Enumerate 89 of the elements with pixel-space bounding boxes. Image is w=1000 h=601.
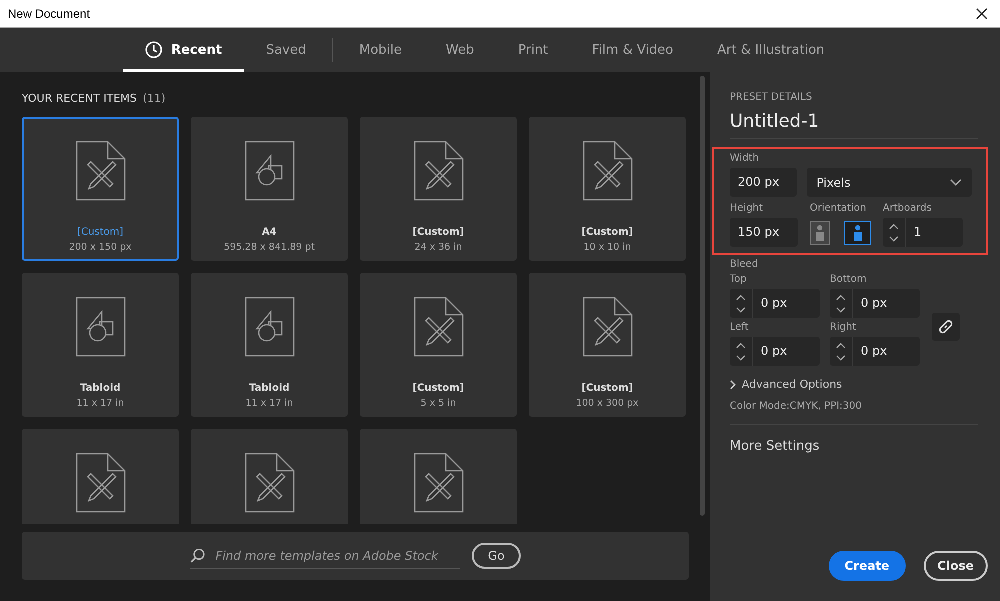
close-button[interactable]: Close	[924, 551, 988, 581]
document-tools-icon	[76, 141, 126, 201]
bleed-field[interactable]: 0 px	[730, 337, 820, 366]
preset-name: A4	[262, 227, 277, 238]
go-button[interactable]: Go	[472, 543, 521, 569]
landscape-orientation-button[interactable]	[844, 220, 871, 244]
preset-size: 595.28 x 841.89 pt	[224, 242, 315, 253]
field-label: Width	[730, 153, 760, 164]
search-field[interactable]: Find more templates on Adobe Stock	[190, 544, 460, 568]
more-settings-button[interactable]: More Settings	[730, 439, 820, 454]
field-label: Bleed	[730, 259, 758, 270]
document-tools-icon	[414, 141, 464, 201]
stepper-icon	[836, 294, 846, 314]
tab[interactable]: Saved	[244, 28, 328, 72]
document-tools-icon	[244, 453, 294, 513]
width-field[interactable]: 200 px	[730, 168, 797, 197]
preset-card[interactable]: Tabloid 11 x 17 in	[191, 273, 348, 417]
document-tools-icon	[414, 297, 464, 357]
units-dropdown[interactable]: Pixels	[806, 168, 972, 197]
field-label: Left	[730, 322, 750, 333]
tab[interactable]: Print	[496, 28, 570, 72]
section-heading: YOUR RECENT ITEMS	[22, 92, 138, 105]
chevron-right-icon	[730, 380, 737, 390]
field-label: Height	[730, 203, 764, 214]
stepper-icon	[836, 342, 846, 362]
preset-name: [Custom]	[582, 383, 634, 394]
document-shapes-icon	[244, 141, 294, 201]
tab[interactable]: Web	[424, 28, 496, 72]
stepper-icon	[889, 222, 899, 242]
field-label: Bottom	[830, 274, 868, 285]
create-button[interactable]: Create	[828, 551, 906, 581]
chain-link-icon	[938, 319, 954, 335]
item-count: (11)	[143, 92, 166, 105]
preset-name: [Custom]	[77, 227, 124, 238]
preset-size: 200 x 150 px	[69, 242, 132, 253]
preset-size: 10 x 10 in	[584, 242, 632, 253]
preset-size: 100 x 300 px	[576, 398, 639, 409]
field-label: Artboards	[883, 203, 933, 214]
clock-icon	[145, 41, 164, 59]
search-icon	[190, 548, 206, 564]
document-name-field[interactable]: Untitled-1	[730, 111, 978, 139]
preset-name: [Custom]	[412, 227, 464, 238]
dropdown-value: Pixels	[816, 176, 851, 190]
preset-card[interactable]: Tabloid 11 x 17 in	[22, 273, 179, 417]
preset-card[interactable]: [Custom] 24 x 36 in	[360, 117, 517, 261]
scrollbar[interactable]	[700, 76, 705, 516]
tab[interactable]: Film & Video	[570, 28, 696, 72]
tab[interactable]: Mobile	[337, 28, 424, 72]
preset-card[interactable]: [Custom] 5 x 5 in	[360, 273, 517, 417]
document-shapes-icon	[76, 297, 126, 357]
document-shapes-icon	[244, 297, 294, 357]
preset-card[interactable]: [Custom] 100 x 300 px	[529, 273, 686, 417]
color-mode-text: Color Mode:CMYK, PPI:300	[730, 401, 862, 412]
height-field[interactable]: 150 px	[730, 218, 798, 247]
stepper-icon	[736, 294, 746, 314]
close-icon[interactable]	[976, 8, 988, 20]
preset-name: [Custom]	[582, 227, 634, 238]
bleed-field[interactable]: 0 px	[830, 289, 920, 318]
section-heading: PRESET DETAILS	[730, 92, 812, 103]
preset-card[interactable]: [Custom] 10 x 10 in	[529, 117, 686, 261]
bleed-field[interactable]: 0 px	[830, 337, 920, 366]
advanced-options-toggle[interactable]: Advanced Options	[730, 378, 842, 391]
preset-name: [Custom]	[412, 383, 464, 394]
document-tools-icon	[582, 141, 632, 201]
field-label: Top	[730, 274, 748, 285]
artboards-field[interactable]: 1	[883, 218, 963, 247]
person-icon	[815, 224, 825, 240]
window-title: New Document	[8, 6, 90, 20]
stepper-icon	[736, 342, 746, 362]
preset-name: Tabloid	[249, 383, 290, 394]
field-label: Orientation	[810, 203, 868, 214]
link-button[interactable]	[932, 313, 960, 341]
preset-size: 5 x 5 in	[420, 398, 456, 409]
portrait-orientation-button[interactable]	[810, 220, 830, 244]
field-label: Right	[830, 322, 858, 333]
preset-size: 11 x 17 in	[246, 398, 294, 409]
preset-size: 24 x 36 in	[414, 242, 462, 253]
person-icon	[852, 224, 862, 240]
document-tools-icon	[414, 453, 464, 513]
preset-card[interactable]: [Custom] 200 x 150 px	[22, 117, 179, 261]
bleed-field[interactable]: 0 px	[730, 289, 820, 318]
preset-card[interactable]: A4 595.28 x 841.89 pt	[191, 117, 348, 261]
tab[interactable]: Art & Illustration	[696, 28, 847, 72]
chevron-down-icon	[950, 178, 962, 186]
document-tools-icon	[76, 453, 126, 513]
tab[interactable]: Recent	[123, 28, 244, 72]
document-tools-icon	[582, 297, 632, 357]
preset-name: Tabloid	[80, 383, 121, 394]
preset-size: 11 x 17 in	[76, 398, 124, 409]
